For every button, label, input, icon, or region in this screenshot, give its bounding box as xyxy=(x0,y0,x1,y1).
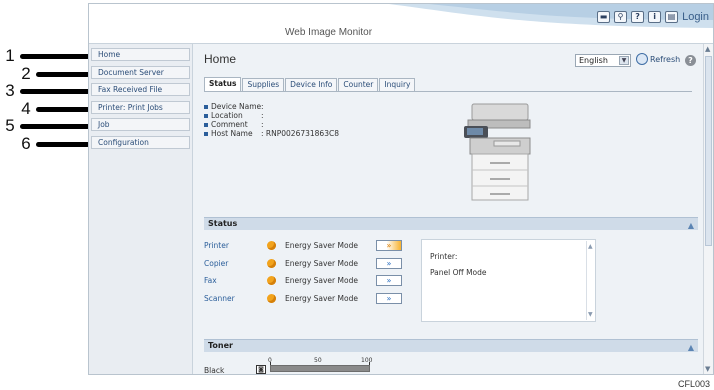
device-info-row: Device Name: xyxy=(204,102,339,111)
language-value: English xyxy=(579,56,608,65)
device-info-row: Host Name: RNP0026731863C8 xyxy=(204,129,339,138)
tab-bar: Status Supplies Device Info Counter Inqu… xyxy=(204,77,416,91)
tab-inquiry[interactable]: Inquiry xyxy=(379,78,416,91)
main-content: Home English ▼ Refresh ? Status Supplies… xyxy=(194,44,703,375)
sidebar-item-configuration[interactable]: Configuration xyxy=(91,136,190,149)
device-info-row: Location: xyxy=(204,111,339,120)
details-arrow-button[interactable]: » xyxy=(376,258,402,269)
status-row-scanner: Scanner Energy Saver Mode » xyxy=(204,293,414,305)
login-icon[interactable]: ▤ xyxy=(665,11,679,23)
refresh-button[interactable]: Refresh xyxy=(636,53,680,65)
device-info-row: Comment: xyxy=(204,120,339,129)
app-title: Web Image Monitor xyxy=(285,27,373,38)
collapse-icon[interactable]: ▲ xyxy=(688,342,694,354)
help-icon[interactable]: ? xyxy=(685,55,696,66)
page-scrollbar[interactable]: ▲ ▼ xyxy=(703,44,713,374)
details-arrow-button[interactable]: » xyxy=(376,240,402,251)
message-scrollbar[interactable]: ▲ ▼ xyxy=(586,241,594,320)
help-icon[interactable]: ? xyxy=(631,11,645,23)
collapse-icon[interactable]: ▲ xyxy=(688,220,694,232)
toner-color-label: Black xyxy=(204,366,225,375)
callout-6: 6 xyxy=(0,134,90,154)
status-row-copier: Copier Energy Saver Mode » xyxy=(204,258,414,270)
figure-id: CFL003 xyxy=(677,379,710,389)
chevron-down-icon[interactable]: ▼ xyxy=(619,56,629,65)
callout-5: 5 xyxy=(0,116,90,136)
scroll-up-icon[interactable]: ▲ xyxy=(705,45,710,53)
sidebar-item-home[interactable]: Home xyxy=(91,48,190,61)
header-icons: ▬ ⚲ ? i ▤ Login xyxy=(597,11,709,23)
status-row-fax: Fax Energy Saver Mode » xyxy=(204,275,414,287)
sidebar: Home Document Server Fax Received File P… xyxy=(89,44,193,374)
callout-1: 1 xyxy=(0,46,90,66)
sidebar-item-fax-received-file[interactable]: Fax Received File xyxy=(91,83,190,96)
details-arrow-button[interactable]: » xyxy=(376,275,402,286)
header-swoosh xyxy=(389,4,713,28)
scroll-down-icon[interactable]: ▼ xyxy=(588,311,593,318)
page-title: Home xyxy=(204,52,237,66)
tab-supplies[interactable]: Supplies xyxy=(242,78,285,91)
tab-device-info[interactable]: Device Info xyxy=(285,78,338,91)
status-indicator-icon xyxy=(267,294,276,303)
status-indicator-icon xyxy=(267,259,276,268)
tab-status[interactable]: Status xyxy=(204,77,242,91)
scroll-up-icon[interactable]: ▲ xyxy=(588,243,593,250)
tab-counter[interactable]: Counter xyxy=(338,78,379,91)
sidebar-item-job[interactable]: Job xyxy=(91,118,190,131)
toner-cartridge-icon: ◙ xyxy=(256,365,266,374)
status-message-box: Printer: Panel Off Mode ▲ ▼ xyxy=(421,239,596,322)
keyboard-icon[interactable]: ▬ xyxy=(597,11,611,23)
status-row-printer: Printer Energy Saver Mode » xyxy=(204,240,414,252)
scroll-down-icon[interactable]: ▼ xyxy=(705,365,710,373)
toner-section-header[interactable]: Toner ▲ xyxy=(204,339,698,352)
toner-level-bar xyxy=(270,365,370,372)
browser-frame: Web Image Monitor ▬ ⚲ ? i ▤ Login Home D… xyxy=(88,3,714,375)
device-info-list: Device Name: Location: Comment: Host Nam… xyxy=(204,102,339,138)
scrollbar-thumb[interactable] xyxy=(705,56,712,246)
callout-3: 3 xyxy=(0,81,90,101)
status-section-header[interactable]: Status ▲ xyxy=(204,217,698,230)
refresh-icon xyxy=(636,53,648,65)
login-link[interactable]: Login xyxy=(682,11,709,23)
printer-image xyxy=(464,103,531,201)
header-bar: Web Image Monitor ▬ ⚲ ? i ▤ Login xyxy=(89,4,713,44)
info-icon[interactable]: i xyxy=(648,11,662,23)
refresh-label: Refresh xyxy=(650,54,681,64)
status-indicator-icon xyxy=(267,276,276,285)
search-icon[interactable]: ⚲ xyxy=(614,11,628,23)
sidebar-item-document-server[interactable]: Document Server xyxy=(91,66,190,79)
screenshot-stage: 1 2 3 4 5 6 Web Image Monitor ▬ ⚲ ? i ▤ … xyxy=(0,0,714,390)
tab-divider xyxy=(204,91,692,92)
details-arrow-button[interactable]: » xyxy=(376,293,402,304)
language-select[interactable]: English ▼ xyxy=(575,54,631,67)
sidebar-item-print-jobs[interactable]: Printer: Print Jobs xyxy=(91,101,190,114)
status-indicator-icon xyxy=(267,241,276,250)
